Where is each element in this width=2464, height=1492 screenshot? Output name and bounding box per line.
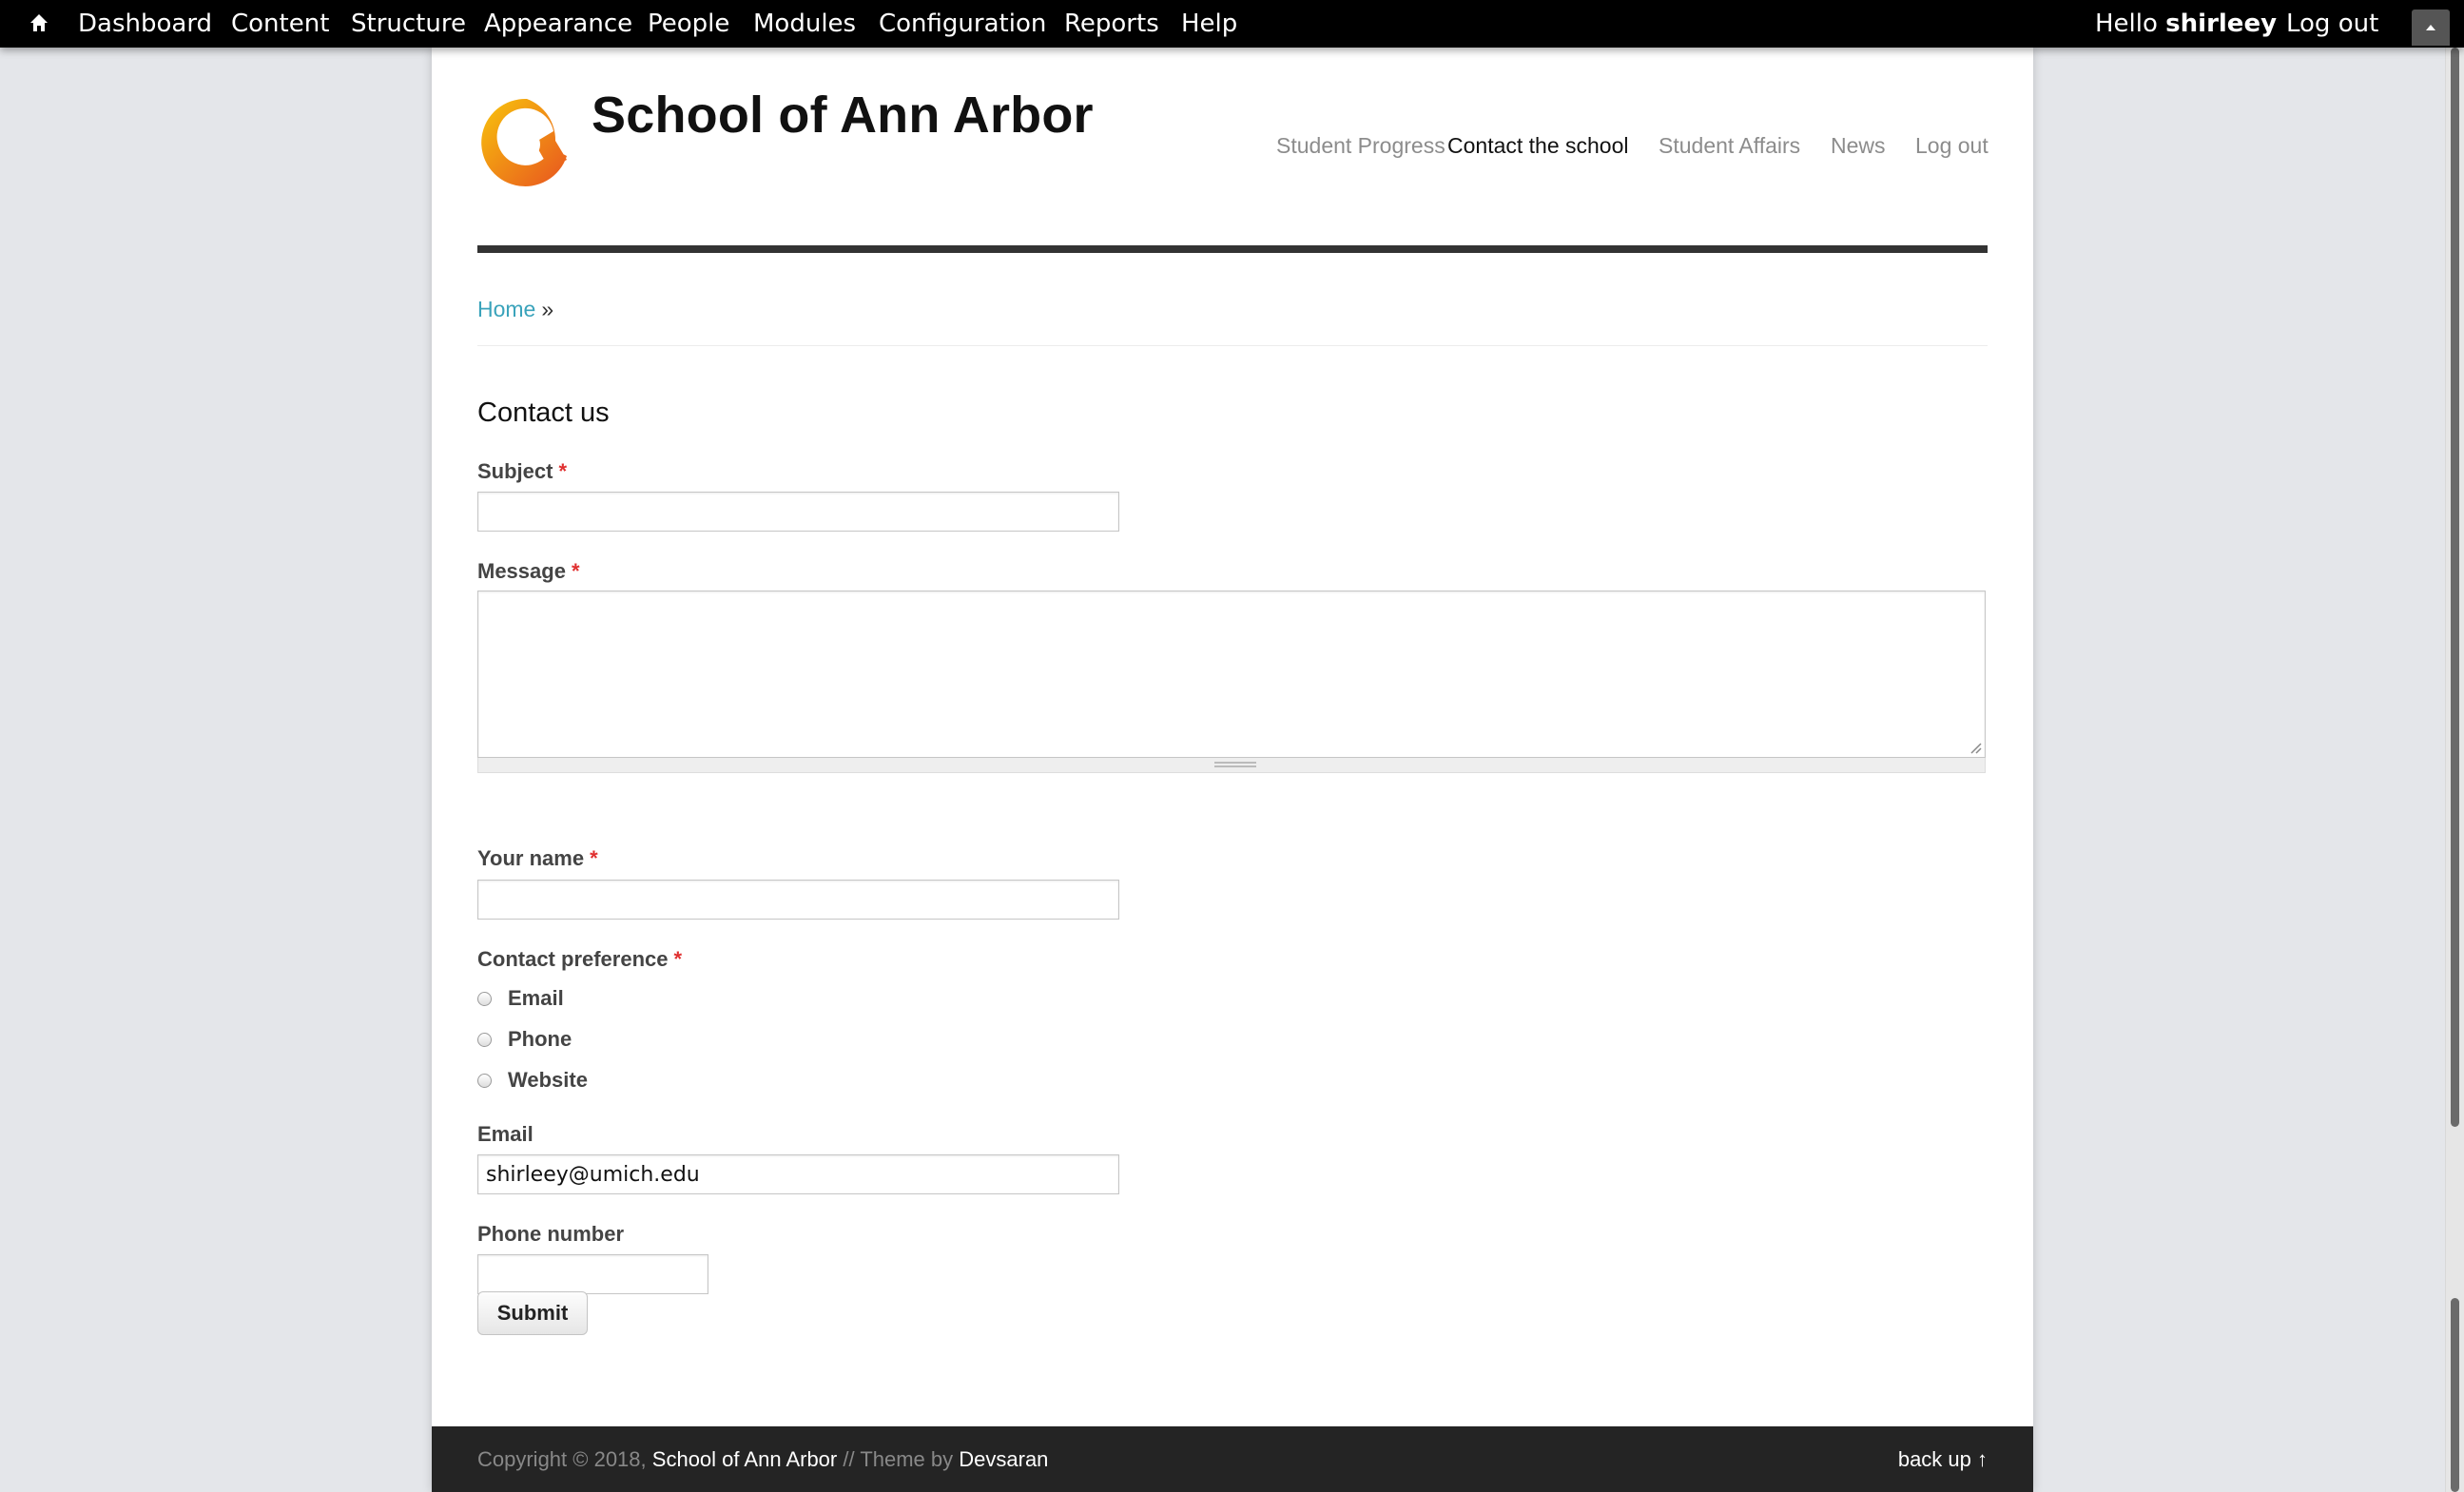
toolbar-logout-link[interactable]: Log out (2286, 0, 2378, 48)
message-textarea[interactable] (477, 591, 1986, 758)
toolbar-item-help[interactable]: Help (1181, 0, 1237, 48)
email-label: Email (477, 1122, 534, 1147)
phone-label: Phone number (477, 1222, 624, 1247)
email-label-text: Email (477, 1122, 534, 1146)
subject-label: Subject * (477, 459, 567, 484)
site-name[interactable]: School of Ann Arbor (592, 86, 1094, 145)
footer: Copyright © 2018, School of Ann Arbor //… (432, 1426, 2033, 1492)
toolbar-item-appearance[interactable]: Appearance (484, 0, 632, 48)
required-marker: * (673, 947, 683, 971)
radio-label-website[interactable]: Website (508, 1068, 588, 1093)
contact-preference-label-text: Contact preference (477, 947, 669, 971)
copyright-text: Copyright © 2018, School of Ann Arbor //… (477, 1447, 1048, 1472)
toolbar-item-modules[interactable]: Modules (753, 0, 856, 48)
contact-preference-label: Contact preference * (477, 947, 682, 972)
nav-student-progress[interactable]: Student Progress (1276, 133, 1445, 159)
scrollbar-thumb[interactable] (2451, 48, 2459, 1127)
drupal-logo-icon[interactable] (477, 93, 576, 192)
resize-handle-icon[interactable] (1967, 739, 1982, 754)
triangle-up-icon (2426, 25, 2435, 30)
home-icon[interactable] (29, 12, 51, 35)
textarea-grippie[interactable] (477, 758, 1986, 773)
username-link[interactable]: shirleey (2165, 10, 2277, 38)
breadcrumb-separator: » (541, 297, 554, 321)
toolbar-item-dashboard[interactable]: Dashboard (78, 0, 212, 48)
greeting-text: Hello (2095, 10, 2158, 38)
breadcrumb: Home» (477, 297, 553, 322)
required-marker: * (571, 559, 580, 583)
breadcrumb-home-link[interactable]: Home (477, 297, 535, 321)
toolbar-item-content[interactable]: Content (231, 0, 329, 48)
name-label: Your name * (477, 846, 598, 871)
radio-label-email[interactable]: Email (508, 986, 564, 1011)
radio-button-website[interactable] (477, 1074, 492, 1088)
radio-button-phone[interactable] (477, 1033, 492, 1047)
phone-label-text: Phone number (477, 1222, 625, 1246)
toolbar-item-people[interactable]: People (648, 0, 729, 48)
header-divider (477, 245, 1988, 253)
email-input[interactable] (477, 1154, 1119, 1194)
back-up-link[interactable]: back up ↑ (1898, 1447, 1988, 1472)
message-label: Message * (477, 559, 580, 584)
admin-toolbar: Dashboard Content Structure Appearance P… (0, 0, 2464, 48)
user-greeting: Hello shirleey (2095, 0, 2277, 48)
nav-log-out[interactable]: Log out (1915, 133, 1989, 159)
page-title: Contact us (477, 397, 610, 428)
grippie-handle-icon (1214, 762, 1256, 767)
required-marker: * (558, 459, 568, 483)
radio-button-email[interactable] (477, 992, 492, 1006)
breadcrumb-divider (477, 345, 1988, 346)
scrollbar-thumb-lower[interactable] (2451, 1298, 2459, 1492)
radio-label-phone[interactable]: Phone (508, 1027, 572, 1052)
submit-button[interactable]: Submit (477, 1291, 588, 1335)
page-container: School of Ann Arbor Student Progress Con… (432, 48, 2033, 1492)
required-marker: * (590, 846, 598, 870)
theme-text: // Theme by (843, 1447, 954, 1471)
theme-author-link[interactable]: Devsaran (959, 1447, 1048, 1471)
vertical-scrollbar[interactable] (2445, 48, 2464, 1492)
toolbar-toggle-button[interactable] (2412, 10, 2450, 46)
toolbar-item-configuration[interactable]: Configuration (879, 0, 1046, 48)
subject-input[interactable] (477, 492, 1119, 532)
nav-news[interactable]: News (1831, 133, 1886, 159)
your-name-input[interactable] (477, 880, 1119, 920)
copyright-prefix: Copyright © 2018, (477, 1447, 647, 1471)
toolbar-item-structure[interactable]: Structure (351, 0, 466, 48)
message-label-text: Message (477, 559, 566, 583)
subject-label-text: Subject (477, 459, 553, 483)
toolbar-item-reports[interactable]: Reports (1064, 0, 1159, 48)
nav-student-affairs[interactable]: Student Affairs (1659, 133, 1800, 159)
footer-site-link[interactable]: School of Ann Arbor (652, 1447, 837, 1471)
nav-contact-the-school[interactable]: Contact the school (1447, 133, 1629, 159)
name-label-text: Your name (477, 846, 585, 870)
phone-number-input[interactable] (477, 1254, 708, 1294)
